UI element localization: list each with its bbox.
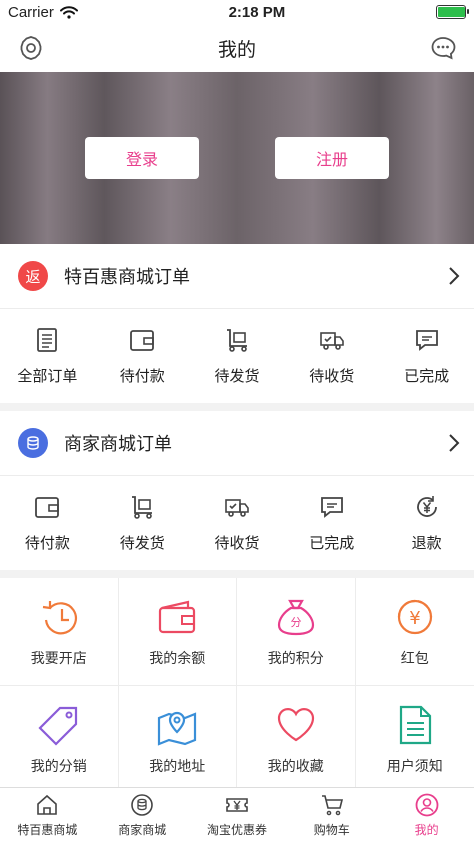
pending-shipment-label: 待发货 (214, 367, 260, 385)
completed-label: 已完成 (404, 367, 450, 385)
message-icon[interactable] (430, 35, 456, 61)
merchant-pending-shipment-label: 待发货 (119, 534, 165, 552)
merchant-refund-button[interactable]: 退款 (379, 476, 474, 570)
nav-bar: 我的 (0, 24, 474, 72)
document-icon (399, 705, 431, 744)
chevron-right-icon (449, 267, 460, 285)
page-title: 我的 (217, 39, 256, 61)
my-favorites-label: 我的收藏 (267, 757, 324, 774)
section-divider (0, 403, 474, 411)
pending-receipt-label: 待收货 (309, 367, 355, 385)
coupon-icon (226, 798, 248, 812)
merchant-orders-section: 商家商城订单 待付款 待发货 待收货 已完成 退款 (0, 411, 474, 570)
user-notice-button[interactable]: 用户须知 (355, 686, 474, 794)
chevron-right-icon (449, 434, 460, 452)
my-address-button[interactable]: 我的地址 (118, 686, 237, 794)
user-notice-label: 用户须知 (386, 757, 443, 774)
pending-payment-label: 待付款 (119, 367, 165, 385)
my-points-label: 我的积分 (267, 649, 324, 666)
my-distribution-button[interactable]: 我的分销 (0, 686, 119, 794)
refund-icon (416, 495, 437, 517)
wallet-icon (159, 600, 196, 633)
pending-shipment-button[interactable]: 待发货 (190, 309, 285, 403)
delivery-truck-icon (319, 331, 344, 350)
login-button[interactable]: 登录 (85, 137, 199, 179)
my-address-label: 我的地址 (149, 757, 206, 774)
tab-cart-label: 购物车 (313, 823, 350, 837)
order-list-icon (37, 327, 58, 352)
delivery-truck-icon (225, 498, 249, 517)
battery-icon (435, 5, 469, 19)
tab-tebaihui-mall-label: 特百惠商城 (17, 823, 78, 837)
tab-merchant-mall-label: 商家商城 (118, 823, 167, 837)
my-balance-label: 我的余额 (149, 649, 206, 666)
comment-check-icon (320, 496, 343, 518)
merchant-orders-title: 商家商城订单 (64, 434, 172, 454)
merchant-orders-header[interactable]: 商家商城订单 (0, 411, 474, 476)
completed-button[interactable]: 已完成 (379, 309, 474, 403)
user-circle-icon (415, 793, 438, 817)
status-time: 2:18 PM (228, 3, 286, 21)
comment-check-icon (415, 329, 438, 351)
trolley-icon (226, 328, 247, 352)
clock-history-icon (42, 600, 77, 634)
pending-receipt-button[interactable]: 待收货 (284, 309, 379, 403)
tag-icon (38, 706, 77, 746)
coin-stack-icon (131, 794, 153, 816)
my-distribution-label: 我的分销 (30, 757, 87, 774)
heart-icon (277, 707, 314, 741)
my-points-button[interactable]: 分 我的积分 (237, 578, 356, 686)
map-pin-icon (158, 711, 197, 746)
settings-icon[interactable] (18, 35, 44, 61)
home-icon (37, 794, 58, 815)
merchant-completed-button[interactable]: 已完成 (284, 476, 379, 570)
wifi-icon (59, 5, 78, 19)
tab-mine[interactable]: 我的 (379, 788, 474, 843)
all-orders-button[interactable]: 全部订单 (0, 309, 95, 403)
tab-mine-label: 我的 (414, 823, 439, 837)
register-button[interactable]: 注册 (275, 137, 389, 179)
merchant-pending-payment-button[interactable]: 待付款 (0, 476, 95, 570)
profile-banner: 登录 注册 (0, 72, 474, 244)
merchant-pending-payment-label: 待付款 (24, 534, 70, 552)
tab-bar: 特百惠商城 商家商城 淘宝优惠券 购物车 我的 (0, 787, 474, 843)
tebaihui-orders-section: 返 特百惠商城订单 全部订单 待付款 待发货 待收货 已完成 (0, 244, 474, 403)
carrier-label: Carrier (8, 3, 54, 21)
merchant-completed-label: 已完成 (309, 534, 355, 552)
tebaihui-orders-title: 特百惠商城订单 (64, 267, 190, 287)
tab-cart[interactable]: 购物车 (284, 788, 379, 843)
section-divider (0, 570, 474, 578)
red-packet-label: 红包 (400, 649, 429, 666)
merchant-pending-receipt-label: 待收货 (214, 534, 260, 552)
battery-level (437, 7, 465, 17)
open-shop-label: 我要开店 (30, 649, 87, 666)
my-favorites-button[interactable]: 我的收藏 (237, 686, 356, 794)
red-packet-button[interactable]: ¥ 红包 (355, 578, 474, 686)
points-glyph: 分 (290, 616, 301, 629)
merchant-badge-icon (18, 428, 48, 458)
merchant-pending-shipment-button[interactable]: 待发货 (95, 476, 190, 570)
fan-badge-icon: 返 (18, 261, 48, 291)
coin-icon: ¥ (397, 599, 432, 634)
merchant-pending-receipt-button[interactable]: 待收货 (190, 476, 285, 570)
open-shop-button[interactable]: 我要开店 (0, 578, 119, 686)
tab-merchant-mall[interactable]: 商家商城 (95, 788, 190, 843)
all-orders-label: 全部订单 (17, 367, 78, 385)
my-balance-button[interactable]: 我的余额 (118, 578, 237, 686)
pending-payment-button[interactable]: 待付款 (95, 309, 190, 403)
redpacket-glyph: ¥ (409, 608, 420, 629)
wallet-icon (35, 496, 60, 518)
trolley-icon (132, 495, 153, 519)
feature-grid: 我要开店 我的余额 分 我的积分 ¥ 红包 我的分销 我的地址 我的收藏 用户须… (0, 578, 474, 794)
tab-tebaihui-mall[interactable]: 特百惠商城 (0, 788, 95, 843)
wallet-icon (130, 329, 155, 351)
status-bar: Carrier 2:18 PM (0, 0, 474, 24)
tab-taobao-coupons-label: 淘宝优惠券 (206, 823, 267, 837)
money-bag-icon: 分 (277, 599, 314, 635)
cart-icon (321, 795, 343, 816)
merchant-refund-label: 退款 (411, 534, 442, 552)
tab-taobao-coupons[interactable]: 淘宝优惠券 (190, 788, 285, 843)
tebaihui-orders-header[interactable]: 返 特百惠商城订单 (0, 244, 474, 309)
